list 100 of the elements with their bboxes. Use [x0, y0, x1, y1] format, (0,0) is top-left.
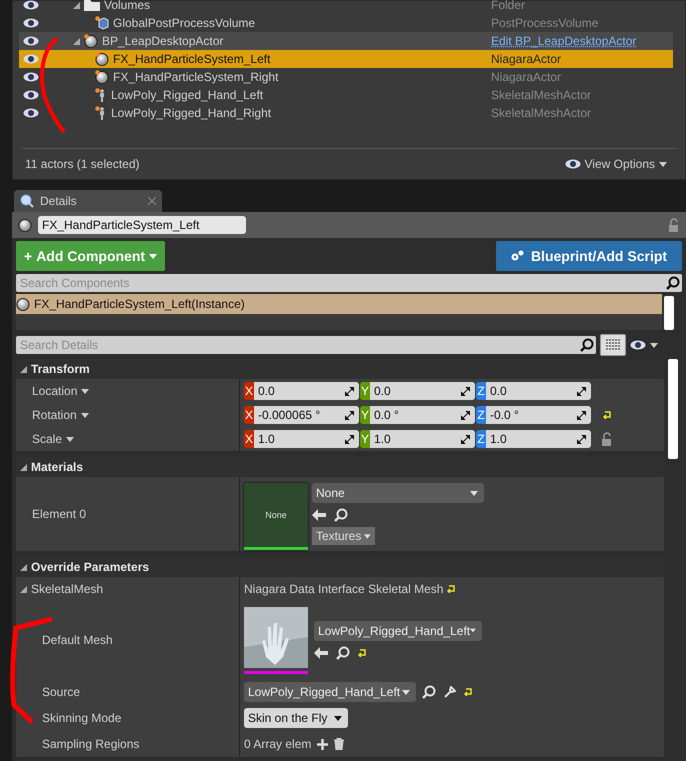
number-field[interactable]: 0.0 °	[370, 406, 475, 424]
actor-sphere-icon	[95, 70, 109, 84]
number-field[interactable]: 1.0	[486, 430, 591, 448]
search-icon[interactable]	[334, 508, 348, 522]
eye-icon[interactable]	[23, 18, 39, 28]
actor-name: BP_LeapDesktopActor	[102, 34, 224, 48]
actor-sphere-icon	[95, 52, 109, 66]
outliner-row[interactable]: FX_HandParticleSystem_Left NiagaraActor	[19, 50, 673, 68]
filter-dropdown[interactable]: Textures	[312, 527, 375, 545]
axis-tag: Z	[476, 406, 486, 424]
actor-name-field[interactable]: FX_HandParticleSystem_Left	[38, 216, 246, 234]
axis-tag: Y	[360, 406, 370, 424]
number-field[interactable]: 0.0	[254, 382, 359, 400]
outliner-row[interactable]: FX_HandParticleSystem_Right NiagaraActor	[19, 68, 673, 86]
scrollbar[interactable]	[668, 359, 678, 459]
view-options-button[interactable]: View Options	[558, 156, 673, 172]
blueprint-button[interactable]: Blueprint/Add Script	[496, 241, 682, 271]
collapse-arrow-icon[interactable]	[20, 564, 27, 570]
eye-icon[interactable]	[23, 108, 39, 118]
eye-icon[interactable]	[23, 54, 39, 64]
property-label: SkeletalMesh	[31, 582, 104, 596]
eye-icon[interactable]	[23, 0, 39, 10]
outliner-row[interactable]: GlobalPostProcessVolume PostProcessVolume	[19, 14, 673, 32]
eye-icon[interactable]	[23, 72, 39, 82]
close-icon[interactable]	[148, 197, 156, 205]
eye-icon[interactable]	[23, 90, 39, 100]
actor-count: 11 actors (1 selected)	[25, 157, 140, 171]
sphere-icon	[18, 218, 32, 232]
actor-name: FX_HandParticleSystem_Right	[113, 70, 278, 84]
axis-tag: X	[244, 406, 254, 424]
number-field[interactable]: 1.0	[370, 430, 475, 448]
figure-icon	[95, 88, 107, 102]
number-field[interactable]: 0.0	[370, 382, 475, 400]
scrollbar[interactable]	[664, 296, 674, 330]
left-arrow-icon[interactable]	[314, 646, 328, 658]
property-label: Rotation	[32, 408, 77, 422]
caret-icon	[80, 412, 89, 418]
edit-blueprint-link[interactable]: Edit BP_LeapDesktopActor	[491, 34, 673, 48]
reset-icon[interactable]	[602, 411, 612, 419]
actor-type: SkeletalMeshActor	[491, 106, 592, 120]
unlock-icon[interactable]	[668, 218, 680, 232]
actor-name: LowPoly_Rigged_Hand_Right	[111, 106, 272, 120]
eyedropper-icon[interactable]	[444, 686, 456, 698]
actor-type: PostProcessVolume	[491, 16, 600, 30]
cube-icon	[95, 16, 109, 30]
eye-icon[interactable]	[564, 159, 581, 169]
add-icon[interactable]	[317, 738, 328, 750]
property-label: Element 0	[32, 507, 86, 521]
outliner-row[interactable]: LowPoly_Rigged_Hand_Left SkeletalMeshActor	[19, 86, 673, 104]
actor-type: NiagaraActor	[491, 52, 562, 66]
search-icon[interactable]	[336, 646, 350, 660]
collapse-arrow-icon[interactable]	[20, 464, 27, 470]
collapse-arrow-icon[interactable]	[20, 366, 27, 372]
reset-icon[interactable]	[464, 688, 473, 696]
array-count: 0 Array elem	[244, 737, 312, 751]
caret-icon	[650, 342, 658, 348]
skinning-mode-dropdown[interactable]: Skin on the Fly	[244, 708, 348, 728]
property-label: Skinning Mode	[42, 711, 122, 725]
axis-tag: Y	[360, 382, 370, 400]
category-title: Transform	[31, 362, 90, 376]
actor-name: LowPoly_Rigged_Hand_Left	[111, 88, 264, 102]
property-label: Location	[32, 384, 78, 398]
actor-name: GlobalPostProcessVolume	[113, 16, 256, 30]
trash-icon[interactable]	[334, 738, 344, 750]
outliner-row[interactable]: BP_LeapDesktopActor Edit BP_LeapDesktopActor	[19, 32, 673, 50]
collapse-arrow-icon[interactable]	[73, 2, 80, 8]
outliner-row[interactable]: Volumes Folder	[19, 0, 673, 14]
caret-icon	[364, 534, 371, 538]
actor-type: Folder	[491, 0, 526, 12]
asset-dropdown[interactable]: None	[312, 483, 484, 503]
axis-tag: Z	[476, 382, 486, 400]
caret-icon	[334, 716, 342, 720]
left-arrow-icon[interactable]	[312, 509, 326, 521]
property-label: Sampling Regions	[42, 737, 140, 751]
details-tab[interactable]: Details	[14, 190, 162, 212]
search-details-field[interactable]: Search Details	[16, 336, 578, 354]
number-field[interactable]: 0.0	[486, 382, 591, 400]
grid-view-button[interactable]	[600, 334, 626, 356]
number-field[interactable]: -0.000065 °	[254, 406, 359, 424]
unlock-icon[interactable]	[601, 432, 613, 446]
search-icon[interactable]	[422, 685, 436, 699]
collapse-arrow-icon[interactable]	[20, 586, 27, 592]
axis-tag: Z	[476, 430, 486, 448]
number-field[interactable]: 1.0	[254, 430, 359, 448]
property-label: Scale	[32, 432, 62, 446]
eye-icon[interactable]	[23, 36, 39, 46]
number-field[interactable]: -0.0 °	[486, 406, 591, 424]
source-dropdown[interactable]: LowPoly_Rigged_Hand_Left	[244, 682, 416, 702]
search-components-field[interactable]: Search Components	[16, 274, 664, 292]
actor-type: NiagaraActor	[491, 70, 562, 84]
component-row[interactable]: FX_HandParticleSystem_Left(Instance)	[16, 294, 662, 314]
reset-icon[interactable]	[447, 585, 456, 593]
caret-icon	[470, 490, 478, 496]
mesh-dropdown[interactable]: LowPoly_Rigged_Hand_Left	[314, 620, 482, 640]
caret-icon	[81, 388, 90, 394]
reset-icon[interactable]	[358, 648, 367, 656]
collapse-arrow-icon[interactable]	[73, 38, 80, 44]
axis-tag: X	[244, 430, 254, 448]
outliner-row[interactable]: LowPoly_Rigged_Hand_Right SkeletalMeshActor	[19, 104, 673, 122]
eye-icon[interactable]	[630, 340, 646, 350]
